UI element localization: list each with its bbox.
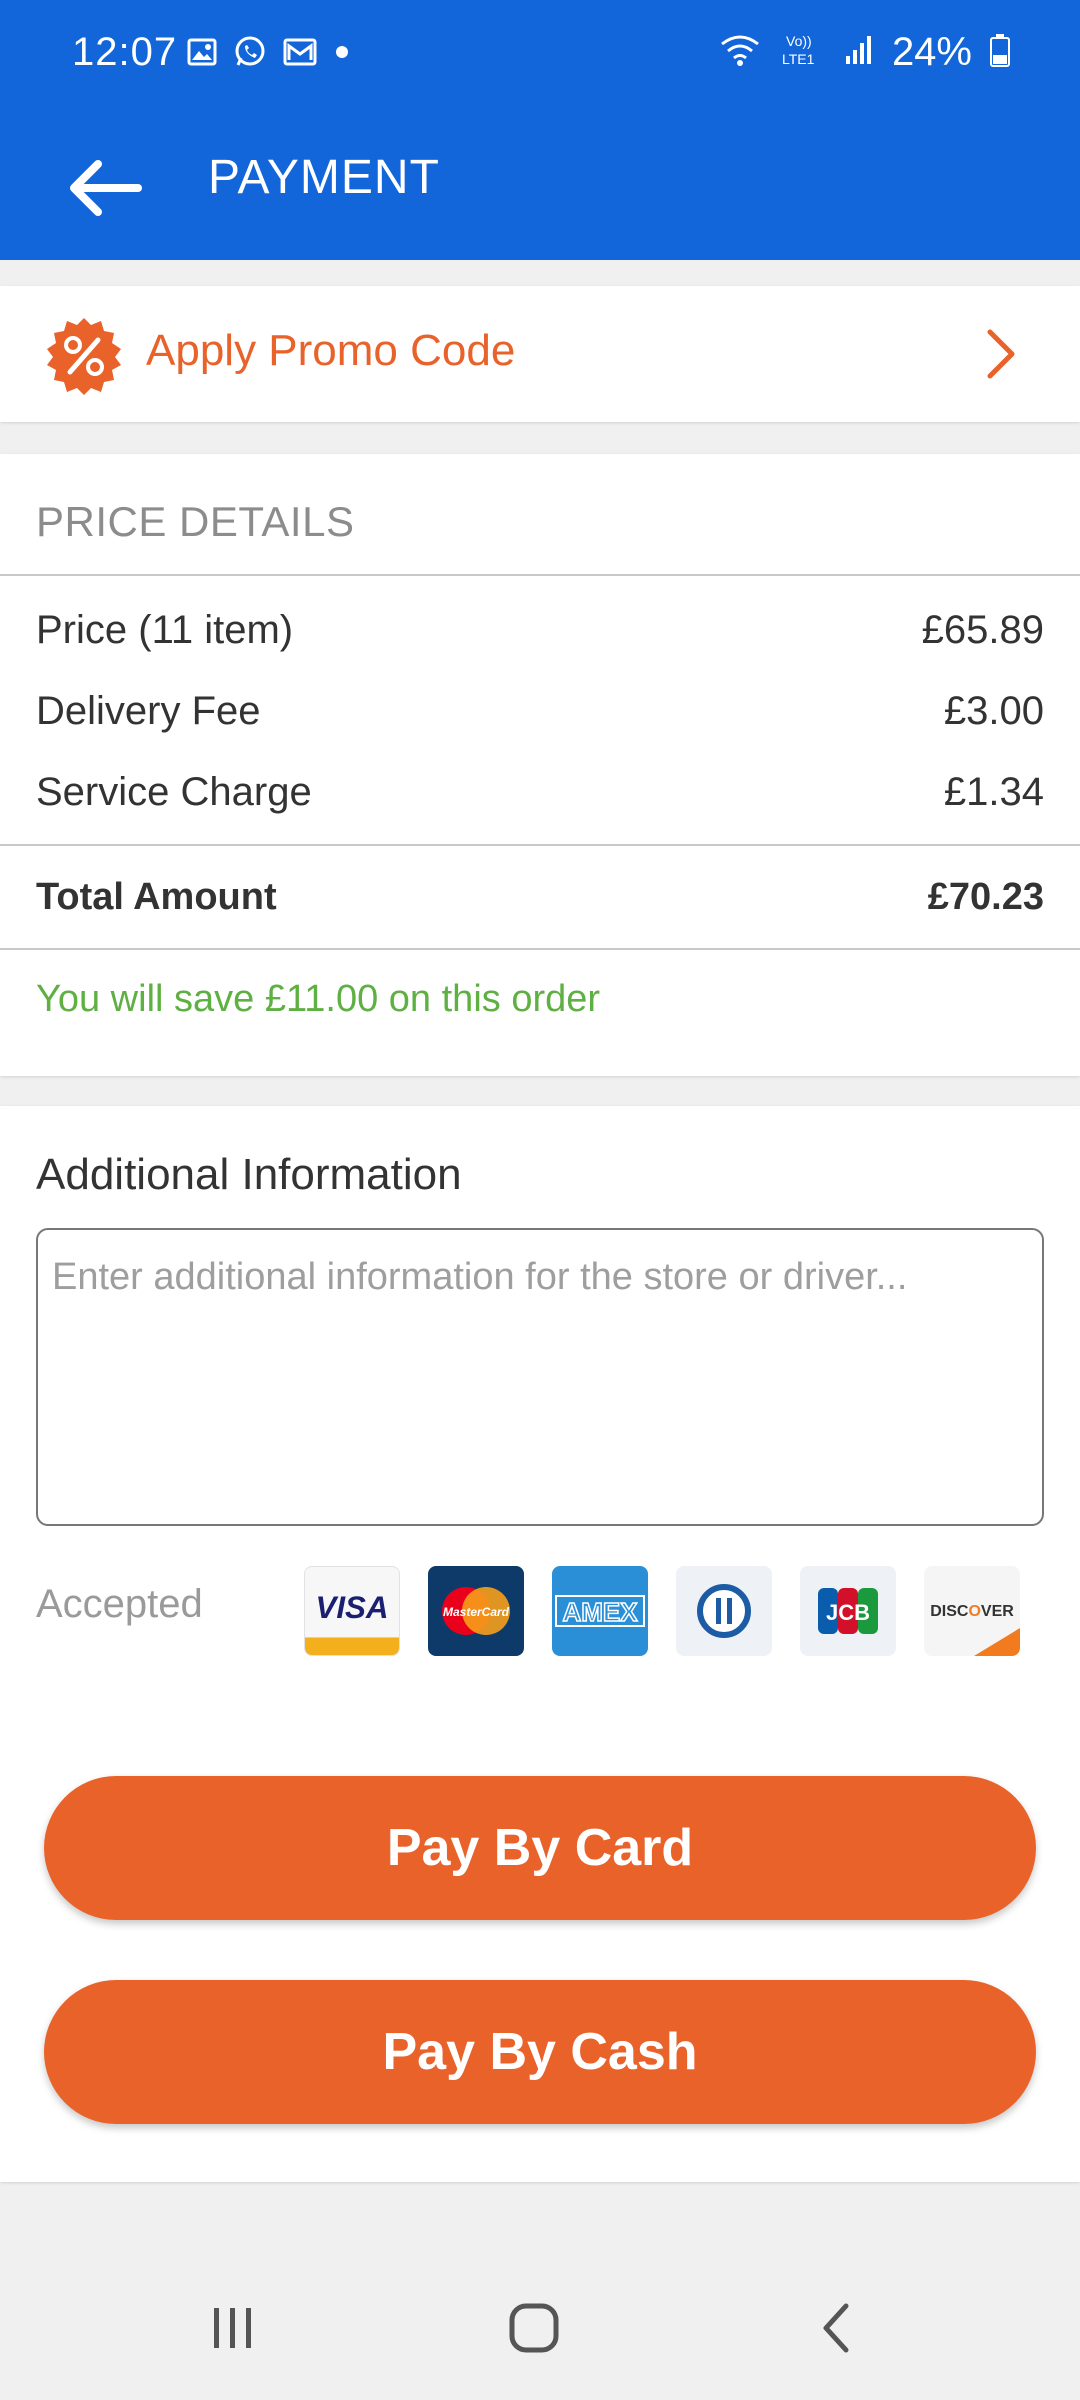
battery-percentage: 24% (891, 30, 972, 74)
price-details-title: PRICE DETAILS (36, 498, 355, 545)
chevron-right-icon (970, 324, 1030, 384)
mastercard-card-icon: MasterCard (428, 1566, 524, 1656)
accepted-cards-list: VISA MasterCard AMEX JCB DISCOVER (304, 1566, 1020, 1656)
mail-icon (282, 36, 318, 73)
total-amount-row: Total Amount £70.23 (36, 876, 1044, 919)
svg-text:MasterCard: MasterCard (443, 1605, 510, 1619)
recent-apps-icon (202, 2303, 262, 2358)
status-time: 12:07 (72, 30, 178, 74)
additional-information-card: Additional Information Accepted VISA Mas… (0, 1106, 1080, 2182)
svg-text:JCB: JCB (826, 1600, 870, 1625)
discover-card-icon: DISCOVER (924, 1566, 1020, 1656)
jcb-card-icon: JCB (800, 1566, 896, 1656)
service-charge-row: Service Charge £1.34 (36, 770, 1044, 815)
recent-apps-button[interactable] (192, 2290, 272, 2370)
svg-text:LTE1: LTE1 (782, 51, 815, 67)
back-arrow-icon (66, 158, 142, 223)
service-charge-value: £1.34 (943, 770, 1044, 814)
svg-text:VISA: VISA (315, 1590, 388, 1625)
system-icons: Vo)) LTE1 24% (718, 30, 1010, 75)
price-label: Price (11 item) (36, 608, 294, 652)
diners-card-icon (676, 1566, 772, 1656)
total-amount-label: Total Amount (36, 876, 277, 918)
visa-card-icon: VISA (304, 1566, 400, 1656)
signal-icon (844, 34, 874, 71)
divider (0, 948, 1080, 950)
battery-icon (990, 33, 1010, 72)
back-button[interactable] (54, 140, 154, 240)
app-header-area: 12:07 Vo)) LTE1 24% PAYMENT (0, 0, 1080, 260)
promo-code-label: Apply Promo Code (146, 326, 516, 375)
wifi-icon (718, 32, 762, 73)
delivery-fee-row: Delivery Fee £3.00 (36, 689, 1044, 734)
home-button[interactable] (494, 2290, 574, 2370)
svg-text:AMEX: AMEX (562, 1597, 638, 1627)
amex-card-icon: AMEX (552, 1566, 648, 1656)
additional-information-title: Additional Information (36, 1150, 462, 1199)
pay-by-cash-button[interactable]: Pay By Cash (44, 1980, 1036, 2124)
delivery-fee-value: £3.00 (943, 689, 1044, 733)
price-details-card: PRICE DETAILS Price (11 item) £65.89 Del… (0, 454, 1080, 1076)
whatsapp-icon (232, 34, 268, 75)
accepted-cards-label: Accepted (36, 1582, 203, 1626)
volte-lte-icon: Vo)) LTE1 (780, 30, 826, 75)
system-navigation-bar (0, 2250, 1080, 2400)
total-amount-value: £70.23 (927, 876, 1044, 918)
percent-badge-icon (44, 316, 124, 396)
divider (0, 844, 1080, 846)
dot-icon (332, 42, 352, 67)
system-back-button[interactable] (798, 2290, 878, 2370)
home-icon (504, 2298, 564, 2363)
apply-promo-code-row[interactable]: Apply Promo Code (0, 286, 1080, 422)
price-row: Price (11 item) £65.89 (36, 608, 1044, 653)
service-charge-label: Service Charge (36, 770, 312, 814)
svg-text:Vo)): Vo)) (786, 33, 812, 49)
additional-information-input[interactable] (36, 1228, 1044, 1526)
app-bar: PAYMENT (0, 110, 1080, 260)
pay-by-card-button[interactable]: Pay By Card (44, 1776, 1036, 1920)
gallery-icon (186, 36, 218, 73)
notification-icons (186, 34, 352, 75)
savings-message: You will save £11.00 on this order (36, 978, 601, 1020)
chevron-left-icon (808, 2298, 868, 2363)
delivery-fee-label: Delivery Fee (36, 689, 261, 733)
divider (0, 574, 1080, 576)
page-title: PAYMENT (208, 151, 440, 204)
price-value: £65.89 (921, 608, 1044, 652)
svg-text:DISCOVER: DISCOVER (930, 1603, 1014, 1620)
status-bar: 12:07 Vo)) LTE1 24% (0, 0, 1080, 110)
